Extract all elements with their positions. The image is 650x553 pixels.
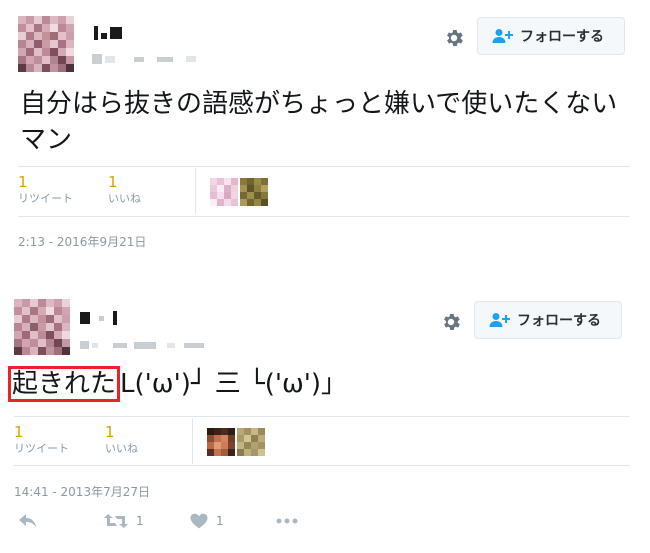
more-action[interactable] bbox=[276, 517, 298, 525]
divider bbox=[18, 216, 630, 217]
retweet-count: 1 bbox=[18, 173, 28, 191]
tweet-2: フォローする 起きれた L('ω')┘ 三 └('ω')」 1 リツイート 1 い… bbox=[0, 283, 650, 553]
follow-button-label: フォローする bbox=[520, 29, 604, 45]
timestamp[interactable]: 2:13 - 2016年9月21日 bbox=[18, 233, 146, 250]
like-label: いいね bbox=[108, 192, 141, 205]
stats-separator bbox=[192, 418, 193, 464]
heart-icon bbox=[190, 513, 208, 529]
follow-user-plus-icon bbox=[492, 29, 513, 43]
follow-button[interactable]: フォローする bbox=[477, 17, 625, 55]
tweet-text-rest: L('ω')┘ 三 └('ω')」 bbox=[120, 369, 348, 399]
highlighted-text: 起きれた bbox=[8, 366, 121, 402]
divider bbox=[18, 166, 630, 167]
like-count: 1 bbox=[105, 423, 115, 441]
liker-avatar[interactable] bbox=[210, 178, 238, 206]
display-name[interactable] bbox=[94, 26, 122, 40]
gear-icon[interactable] bbox=[440, 311, 462, 333]
like-action[interactable]: 1 bbox=[190, 513, 224, 529]
like-stat[interactable]: 1 いいね bbox=[108, 173, 141, 207]
like-stat[interactable]: 1 いいね bbox=[105, 423, 138, 457]
avatar[interactable] bbox=[14, 299, 70, 355]
like-action-count: 1 bbox=[216, 514, 224, 528]
avatar[interactable] bbox=[18, 16, 74, 72]
reply-icon bbox=[19, 514, 36, 527]
tweet-text: 自分はら抜きの語感がちょっと嫌いで使いたくないマン bbox=[20, 89, 618, 155]
liker-avatar[interactable] bbox=[207, 428, 235, 456]
retweet-icon bbox=[104, 514, 128, 528]
follow-button[interactable]: フォローする bbox=[474, 301, 622, 339]
timestamp[interactable]: 14:41 - 2013年7月27日 bbox=[14, 483, 150, 500]
like-label: いいね bbox=[105, 442, 138, 455]
display-name[interactable] bbox=[80, 311, 117, 325]
stats-separator bbox=[195, 168, 196, 214]
follow-button-label: フォローする bbox=[517, 313, 601, 329]
retweet-action-count: 1 bbox=[136, 514, 144, 528]
username[interactable] bbox=[80, 341, 204, 349]
username[interactable] bbox=[92, 54, 196, 64]
retweet-stat[interactable]: 1 リツイート bbox=[18, 173, 73, 207]
tweet-actions: 1 1 bbox=[18, 513, 318, 537]
follow-user-plus-icon bbox=[489, 313, 510, 327]
liker-avatar[interactable] bbox=[240, 178, 268, 206]
liker-avatar[interactable] bbox=[237, 428, 265, 456]
divider bbox=[14, 416, 630, 417]
retweet-count: 1 bbox=[14, 423, 24, 441]
retweet-action[interactable]: 1 bbox=[104, 513, 144, 529]
reply-action[interactable] bbox=[18, 513, 38, 529]
divider bbox=[14, 465, 630, 466]
retweet-label: リツイート bbox=[18, 192, 73, 205]
tweet-text: 起きれた L('ω')┘ 三 └('ω')」 bbox=[8, 366, 348, 402]
like-count: 1 bbox=[108, 173, 118, 191]
gear-icon[interactable] bbox=[443, 27, 465, 49]
retweet-label: リツイート bbox=[14, 442, 69, 455]
more-icon bbox=[276, 518, 298, 524]
tweet-1: フォローする 自分はら抜きの語感がちょっと嫌いで使いたくないマン 1 リツイート… bbox=[0, 0, 650, 262]
retweet-stat[interactable]: 1 リツイート bbox=[14, 423, 69, 457]
